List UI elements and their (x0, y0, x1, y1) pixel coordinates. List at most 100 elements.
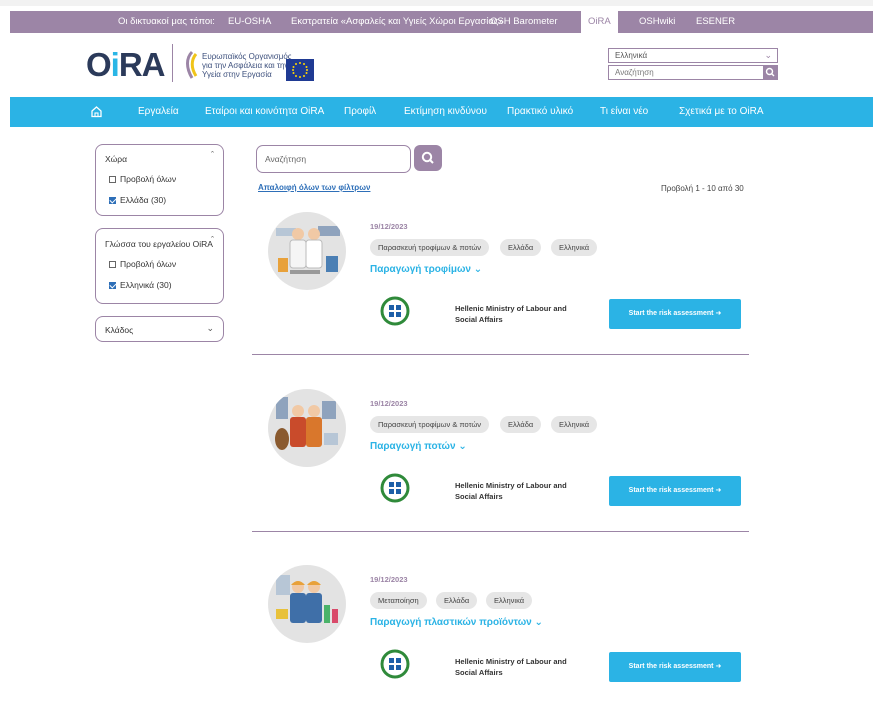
nav-item-practical-tools[interactable]: Πρακτικό υλικό (507, 97, 573, 127)
chevron-down-icon[interactable]: ⌄ (474, 264, 482, 275)
tool-title[interactable]: Παραγωγή πλαστικών προϊόντων ⌄ (370, 617, 543, 628)
site-link-campaign[interactable]: Εκστρατεία «Ασφαλείς και Υγιείς Χώροι Ερ… (291, 11, 504, 33)
tag-sector[interactable]: Μεταποίηση (370, 592, 427, 609)
tag-sector[interactable]: Παρασκευή τροφίμων & ποτών (370, 239, 490, 256)
agency-name: Ευρωπαϊκός Οργανισμός για την Ασφάλεια κ… (202, 52, 292, 79)
facet-language-option-all[interactable]: Προβολή όλων (109, 259, 176, 269)
food-production-illustration (268, 212, 346, 290)
arrow-right-icon: ➜ (715, 310, 722, 317)
tool-title[interactable]: Παραγωγή ποτών ⌄ (370, 441, 467, 452)
greek-state-seal-icon (380, 649, 410, 679)
eu-osha-logo-icon (182, 50, 202, 85)
checkbox-checked-icon[interactable] (109, 282, 116, 289)
search-icon (765, 67, 775, 77)
chevron-up-icon[interactable]: ˆ (211, 235, 214, 245)
facet-country-option-greece[interactable]: Ελλάδα (30) (109, 195, 166, 205)
org-line1: Hellenic Ministry of Labour and (455, 657, 567, 666)
site-link-oshwiki[interactable]: OSHwiki (639, 11, 675, 33)
tag-language[interactable]: Ελληνικά (486, 592, 533, 609)
main-nav: Εργαλεία Εταίροι και κοινότητα OiRA Προφ… (10, 97, 873, 127)
tag-country[interactable]: Ελλάδα (436, 592, 478, 609)
chevron-up-icon[interactable]: ˆ (211, 150, 214, 160)
result-divider (252, 354, 749, 355)
org-line2: Social Affairs (455, 492, 503, 501)
tool-organisation: Hellenic Ministry of Labour and Social A… (455, 480, 585, 502)
tool-title-text: Παραγωγή τροφίμων (370, 264, 471, 275)
header-search-input[interactable]: Αναζήτηση (608, 65, 778, 80)
arrow-right-icon: ➜ (715, 487, 722, 494)
facet-sector[interactable]: Κλάδος ⌄ (95, 316, 224, 342)
checkbox-icon[interactable] (109, 261, 116, 268)
start-risk-assessment-button[interactable]: Start the risk assessment ➜ (609, 652, 741, 682)
results-search-button[interactable] (414, 145, 442, 171)
facet-sector-title: Κλάδος (105, 325, 134, 335)
chevron-down-icon[interactable]: ⌄ (535, 617, 543, 628)
language-select[interactable]: Ελληνικά ⌄ (608, 48, 778, 63)
tool-organisation: Hellenic Ministry of Labour and Social A… (455, 303, 585, 325)
header-search-button[interactable] (763, 65, 778, 80)
arrow-right-icon: ➜ (715, 663, 722, 670)
result-divider (252, 531, 749, 532)
site-link-esener[interactable]: ESENER (696, 11, 735, 33)
facet-country-option-all[interactable]: Προβολή όλων (109, 174, 176, 184)
sites-bar-label: Οι δικτυακοί μας τόποι: (118, 16, 215, 27)
tool-date: 19/12/2023 (370, 399, 408, 408)
start-button-label: Start the risk assessment (628, 487, 714, 494)
facet-language-title: Γλώσσα του εργαλείου OiRA (105, 239, 213, 249)
nav-item-news[interactable]: Τι είναι νέο (600, 97, 648, 127)
eu-flag-icon (286, 59, 314, 81)
tag-country[interactable]: Ελλάδα (500, 416, 542, 433)
logo-divider (172, 44, 173, 82)
site-link-eu-osha[interactable]: EU-OSHA (228, 11, 271, 33)
org-line2: Social Affairs (455, 668, 503, 677)
nav-item-tools[interactable]: Εργαλεία (138, 97, 179, 127)
nav-item-about[interactable]: Σχετικά με το OiRA (679, 97, 764, 127)
facet-country: Χώρα ˆ Προβολή όλων Ελλάδα (30) (95, 144, 224, 216)
beverage-production-illustration (268, 389, 346, 467)
tool-title-text: Παραγωγή πλαστικών προϊόντων (370, 617, 532, 628)
language-select-value: Ελληνικά (615, 51, 648, 60)
clear-filters-link[interactable]: Απαλοιφή όλων των φίλτρων (258, 183, 370, 192)
tool-title[interactable]: Παραγωγή τροφίμων ⌄ (370, 264, 482, 275)
tag-country[interactable]: Ελλάδα (500, 239, 542, 256)
tag-language[interactable]: Ελληνικά (551, 239, 598, 256)
plastics-production-illustration (268, 565, 346, 643)
home-icon[interactable] (90, 105, 103, 123)
agency-name-line2: για την Ασφάλεια και την (202, 61, 289, 70)
org-line1: Hellenic Ministry of Labour and (455, 481, 567, 490)
nav-item-partners[interactable]: Εταίροι και κοινότητα OiRA (205, 97, 324, 127)
facet-language-option-greek[interactable]: Ελληνικά (30) (109, 280, 172, 290)
org-line1: Hellenic Ministry of Labour and (455, 304, 567, 313)
nav-item-profile[interactable]: Προφίλ (344, 97, 376, 127)
start-risk-assessment-button[interactable]: Start the risk assessment ➜ (609, 299, 741, 329)
facet-country-title: Χώρα (105, 154, 128, 164)
start-button-label: Start the risk assessment (628, 663, 714, 670)
site-link-osh-barometer[interactable]: OSH Barometer (490, 11, 558, 33)
results-search-input[interactable]: Αναζήτηση (256, 145, 411, 173)
tag-sector[interactable]: Παρασκευή τροφίμων & ποτών (370, 416, 490, 433)
tool-date: 19/12/2023 (370, 575, 408, 584)
tool-date: 19/12/2023 (370, 222, 408, 231)
tool-title-text: Παραγωγή ποτών (370, 441, 456, 452)
tag-language[interactable]: Ελληνικά (551, 416, 598, 433)
checkbox-checked-icon[interactable] (109, 197, 116, 204)
results-count: Προβολή 1 - 10 από 30 (661, 184, 744, 193)
search-icon (421, 151, 434, 164)
agency-name-line3: Υγεία στην Εργασία (202, 70, 272, 79)
start-risk-assessment-button[interactable]: Start the risk assessment ➜ (609, 476, 741, 506)
facet-option-label: Ελλάδα (30) (120, 195, 167, 205)
nav-item-risk-assessment[interactable]: Εκτίμηση κινδύνου (404, 97, 487, 127)
facet-option-label: Προβολή όλων (120, 174, 177, 184)
chevron-down-icon[interactable]: ⌄ (458, 441, 466, 452)
greek-state-seal-icon (380, 296, 410, 326)
checkbox-icon[interactable] (109, 176, 116, 183)
site-link-oira[interactable]: OiRA (581, 11, 618, 33)
chevron-down-icon[interactable]: ⌄ (206, 323, 214, 334)
header-search-placeholder: Αναζήτηση (615, 68, 654, 77)
tool-organisation: Hellenic Ministry of Labour and Social A… (455, 656, 585, 678)
facet-option-label: Προβολή όλων (120, 259, 177, 269)
oira-logo[interactable]: OiRA (86, 46, 166, 84)
org-line2: Social Affairs (455, 315, 503, 324)
agency-name-line1: Ευρωπαϊκός Οργανισμός (202, 52, 292, 61)
results-search-placeholder: Αναζήτηση (265, 154, 307, 164)
